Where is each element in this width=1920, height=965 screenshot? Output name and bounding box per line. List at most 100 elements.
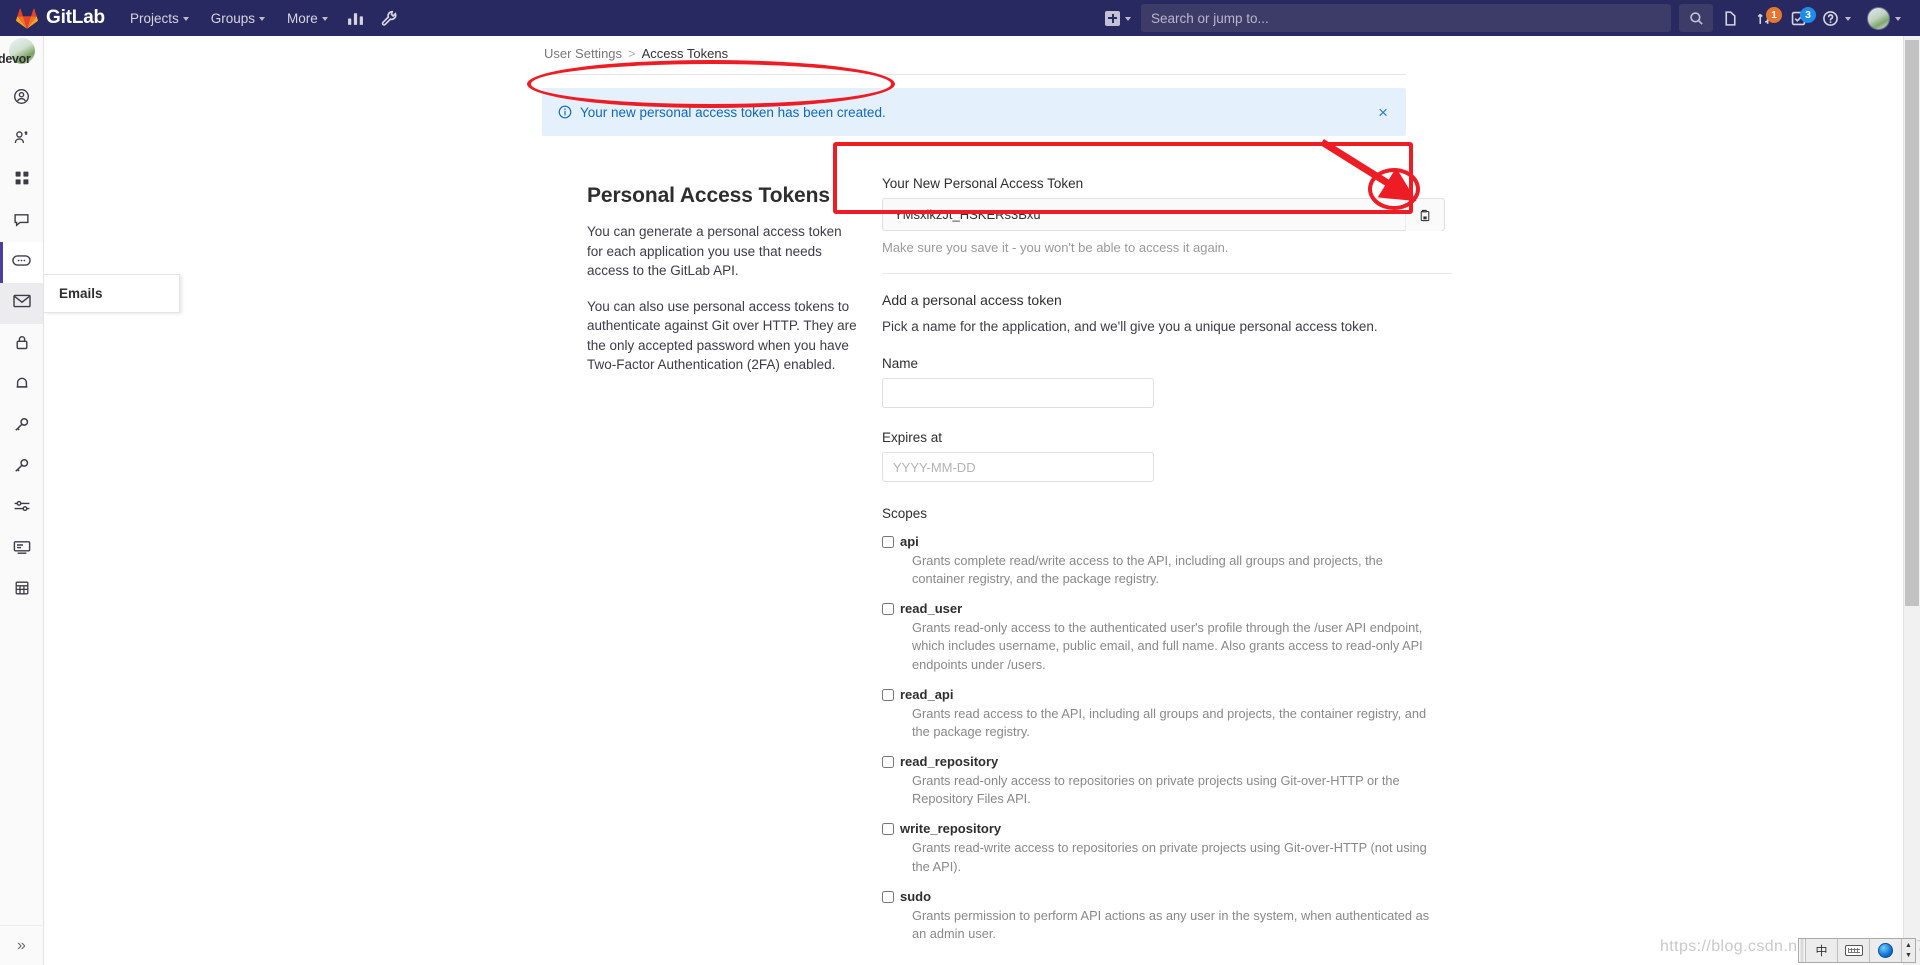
help-icon[interactable] [1815,0,1845,36]
expires-at-label: Expires at [882,430,1452,445]
avatar [1867,7,1890,30]
issues-icon[interactable] [1713,0,1747,36]
sidebar-item-active-sessions[interactable] [0,529,43,570]
sidebar-item-account[interactable] [0,119,43,160]
create-new-button[interactable] [1095,11,1141,26]
nav-more[interactable]: More [276,0,339,36]
search-toggle-button[interactable] [1679,0,1713,36]
sidebar-item-ssh-keys[interactable] [0,406,43,447]
ime-drag-handle[interactable] [1799,939,1806,962]
token-icon [12,253,31,273]
sidebar-flyout-emails[interactable]: Emails [44,274,180,313]
info-circle-icon [558,105,572,119]
sidebar-item-chat[interactable] [0,201,43,242]
nav-projects-label: Projects [130,11,179,26]
scope-read-api-description: Grants read access to the API, including… [912,705,1432,741]
new-token-field[interactable]: YMsxikzJt_HSKERs3Bxu [882,198,1445,231]
lock-icon [14,334,30,356]
nav-projects[interactable]: Projects [119,0,200,36]
expires-at-input[interactable] [882,452,1154,482]
scope-write-repository-checkbox[interactable] [882,823,894,835]
token-form-column: Your New Personal Access Token YMsxikzJt… [882,176,1452,965]
search-placeholder: Search or jump to... [1151,11,1661,26]
merge-requests-badge: 1 [1766,7,1782,23]
search-input[interactable]: Search or jump to... [1141,4,1671,32]
ime-spin-down-icon: ▼ [1905,952,1912,959]
todos-icon[interactable]: 3 [1781,0,1815,36]
scope-api-name: api [900,534,1452,549]
scope-sudo-checkbox[interactable] [882,891,894,903]
sidebar-item-notifications[interactable] [0,365,43,406]
scope-read-repository: read_repository Grants read-only access … [882,754,1452,808]
name-input[interactable] [882,378,1154,408]
ime-spin-up-icon: ▲ [1905,942,1912,949]
sidebar-item-applications[interactable] [0,160,43,201]
scope-read-user-checkbox[interactable] [882,603,894,615]
chevron-down-icon[interactable] [1845,17,1851,21]
new-token-value: YMsxikzJt_HSKERs3Bxu [894,207,1041,222]
scope-write-repository-name: write_repository [900,821,1452,836]
nav-more-label: More [287,11,318,26]
scope-read-user-description: Grants read-only access to the authentic… [912,619,1432,673]
close-icon[interactable]: × [1376,100,1390,125]
intro-paragraph-2: You can also use personal access tokens … [587,297,857,375]
intro-column: Personal Access Tokens You can generate … [587,184,857,391]
intro-paragraph-1: You can generate a personal access token… [587,222,857,281]
page-title: Personal Access Tokens [587,184,857,208]
sidebar-item-access-tokens[interactable] [0,242,43,283]
scope-read-user: read_user Grants read-only access to the… [882,601,1452,673]
breadcrumb-current: Access Tokens [642,46,728,61]
list-icon [14,580,30,601]
apps-grid-icon [14,170,30,191]
nav-groups[interactable]: Groups [200,0,276,36]
sidebar-item-preferences[interactable] [0,488,43,529]
page-scrollbar-thumb[interactable] [1905,40,1919,606]
globe-icon [1878,943,1893,958]
new-token-helper: Make sure you save it - you won't be abl… [882,240,1452,255]
new-token-label: Your New Personal Access Token [882,176,1452,191]
scope-sudo: sudo Grants permission to perform API ac… [882,889,1452,943]
ime-spinner[interactable]: ▲ ▼ [1902,939,1915,962]
key-icon [13,457,30,479]
form-section-subtitle: Pick a name for the application, and we'… [882,319,1452,334]
form-section-title: Add a personal access token [882,292,1452,308]
search-icon[interactable] [1679,4,1713,32]
scope-read-repository-checkbox[interactable] [882,756,894,768]
sidebar-item-gpg-keys[interactable] [0,447,43,488]
breadcrumb-separator: > [628,46,636,61]
sidebar-item-password[interactable] [0,324,43,365]
sidebar-item-authentication-log[interactable] [0,570,43,611]
user-menu-button[interactable] [1855,7,1910,30]
user-settings-sidebar: devor [0,36,44,965]
sidebar-item-profile[interactable] [0,78,43,119]
chevron-down-icon [1125,17,1131,21]
plus-icon [1105,11,1120,26]
monitor-icon [13,540,31,560]
ime-globe-button[interactable] [1870,939,1902,962]
user-key-icon [13,129,30,151]
breadcrumb-user-settings[interactable]: User Settings [544,46,622,61]
wrench-icon[interactable] [373,0,407,36]
keyboard-icon [1845,945,1863,956]
ime-keyboard-button[interactable] [1838,939,1870,962]
name-label: Name [882,356,1452,371]
ime-mode-button[interactable]: 中 [1806,939,1838,962]
scope-api-checkbox[interactable] [882,536,894,548]
sliders-icon [13,499,31,518]
scope-read-api: read_api Grants read access to the API, … [882,687,1452,741]
sidebar-item-emails[interactable] [0,283,43,324]
scope-api-description: Grants complete read/write access to the… [912,552,1432,588]
scope-read-api-checkbox[interactable] [882,689,894,701]
sidebar-collapse-toggle[interactable]: » [0,925,43,965]
scope-sudo-description: Grants permission to perform API actions… [912,907,1432,943]
success-alert-message: Your new personal access token has been … [580,105,886,120]
main-content: User Settings > Access Tokens Your new p… [44,36,1920,965]
success-alert: Your new personal access token has been … [542,88,1406,136]
merge-requests-icon[interactable]: 1 [1747,0,1781,36]
sidebar-flyout-label: Emails [59,286,103,301]
clipboard-copy-icon[interactable] [1405,200,1443,231]
gitlab-home-link[interactable]: GitLab [0,0,119,36]
sidebar-profile-header[interactable]: devor [0,36,43,78]
analytics-icon[interactable] [339,0,373,36]
user-circle-icon [13,88,30,110]
